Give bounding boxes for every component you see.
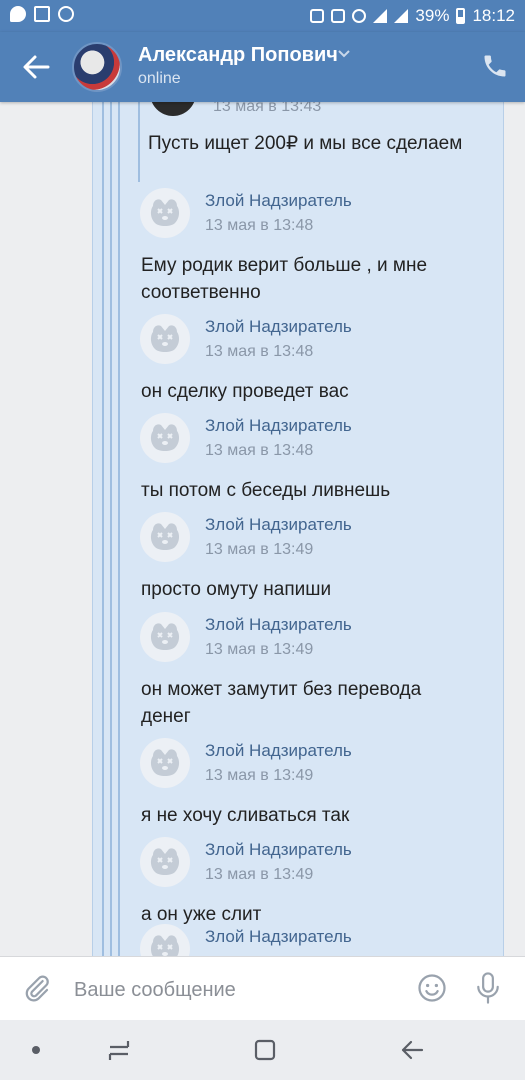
phone-icon <box>484 55 506 77</box>
forward-nesting-lines <box>102 102 132 956</box>
contact-status: online <box>138 70 181 87</box>
message-input[interactable] <box>72 971 396 1009</box>
message-text: просто омуту напиши <box>141 579 332 600</box>
message-author[interactable]: Злой Надзиратель <box>205 927 352 947</box>
battery-icon <box>456 8 466 24</box>
deactivated-avatar-icon[interactable] <box>140 837 190 887</box>
weather-notification-icon <box>58 6 74 22</box>
chevron-down-icon[interactable] <box>338 50 350 58</box>
alarm-icon <box>352 9 367 23</box>
smiley-icon <box>418 974 446 1002</box>
nav-dot-button[interactable] <box>32 1046 40 1054</box>
battery-percent: 39% <box>415 6 450 25</box>
image-notification-icon <box>34 6 50 22</box>
message-text: он может замутит без перевода денег <box>141 679 422 727</box>
message-time: 13 мая в 13:49 <box>205 767 314 784</box>
notification-icons <box>10 6 74 22</box>
message-author[interactable]: Злой Надзиратель <box>205 615 352 635</box>
voice-button[interactable] <box>473 971 503 1005</box>
message-time: 13 мая в 13:49 <box>205 641 314 658</box>
deactivated-avatar-icon[interactable] <box>140 188 190 238</box>
attach-button[interactable] <box>22 973 52 1003</box>
deactivated-avatar-icon[interactable] <box>140 738 190 788</box>
message-author[interactable]: Злой Надзиратель <box>205 317 352 337</box>
back-button[interactable] <box>20 52 52 82</box>
message-author[interactable]: Злой Надзиратель <box>205 741 352 761</box>
message-text: я не хочу сливаться так <box>141 805 350 826</box>
wifi-icon <box>373 9 388 23</box>
message-author[interactable]: Злой Надзиратель <box>205 840 352 860</box>
message-text: Ему родик верит больше , и мне соответве… <box>141 255 428 303</box>
message-author[interactable]: Злой Надзиратель <box>205 515 352 535</box>
deactivated-avatar-icon[interactable] <box>140 314 190 364</box>
message-time: 13 мая в 13:49 <box>205 866 314 883</box>
chat-area[interactable]: 13 мая в 13:43 Пусть ищет 200₽ и мы все … <box>0 102 525 956</box>
system-navigation-bar <box>0 1020 525 1080</box>
message-text: он сделку проведет вас <box>141 381 349 402</box>
deactivated-avatar-icon[interactable] <box>140 413 190 463</box>
message-time: 13 мая в 13:48 <box>205 343 314 360</box>
back-arrow-icon <box>23 55 50 79</box>
message-time: 13 мая в 13:48 <box>205 217 314 234</box>
emoji-button[interactable] <box>417 973 447 1003</box>
recent-apps-icon[interactable] <box>106 1038 132 1062</box>
chat-notification-icon <box>10 6 26 22</box>
chat-header: Александр Попович online <box>0 32 525 102</box>
message-text: а он уже слит <box>141 904 262 925</box>
contact-avatar[interactable] <box>72 42 122 92</box>
paperclip-icon <box>25 975 49 1002</box>
microphone-icon <box>477 972 499 1004</box>
compose-bar <box>0 956 525 1021</box>
message-text: ты потом с беседы ливнешь <box>141 480 391 501</box>
call-button[interactable] <box>481 52 509 80</box>
message-author[interactable]: Злой Надзиратель <box>205 191 352 211</box>
mute-icon <box>331 9 346 23</box>
deactivated-avatar-icon[interactable] <box>140 924 190 956</box>
contact-name[interactable]: Александр Попович <box>138 44 338 67</box>
message-author[interactable]: Злой Надзиратель <box>205 416 352 436</box>
status-bar: 39% 18:12 <box>0 0 525 32</box>
message-text: Пусть ищет 200₽ и мы все сделаем <box>148 133 463 154</box>
deactivated-avatar-icon[interactable] <box>140 612 190 662</box>
system-indicators: 39% 18:12 <box>310 6 515 26</box>
signal-icon <box>394 9 409 23</box>
clock: 18:12 <box>472 6 515 25</box>
nfc-icon <box>310 9 325 23</box>
message-time: 13 мая в 13:49 <box>205 541 314 558</box>
message-time: 13 мая в 13:48 <box>205 442 314 459</box>
home-icon[interactable] <box>252 1037 278 1063</box>
deactivated-avatar-icon[interactable] <box>140 512 190 562</box>
message-time: 13 мая в 13:43 <box>213 102 322 115</box>
back-icon[interactable] <box>398 1037 426 1063</box>
forward-nesting-line <box>138 102 140 182</box>
